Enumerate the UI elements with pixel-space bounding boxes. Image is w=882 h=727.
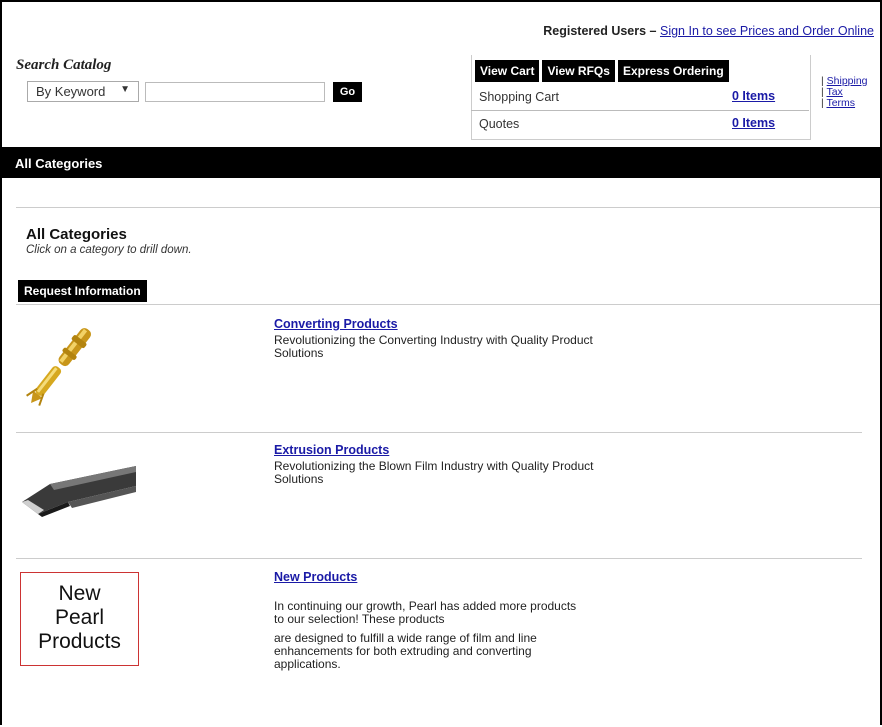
new-pearl-line-1: New: [58, 582, 101, 605]
new-pearl-line-2: Pearl: [54, 606, 105, 629]
terms-link[interactable]: Terms: [826, 97, 855, 109]
search-input[interactable]: [145, 82, 325, 102]
new-products-link[interactable]: New Products: [274, 570, 357, 584]
search-mode-value: By Keyword: [36, 84, 106, 99]
converting-product-image[interactable]: [20, 318, 100, 414]
shopping-cart-items-link[interactable]: 0 Items: [732, 89, 775, 103]
category-bar: All Categories: [2, 147, 880, 178]
new-pearl-line-3: Products: [38, 630, 121, 653]
divider: [16, 432, 862, 433]
go-button[interactable]: Go: [333, 82, 362, 102]
quotes-items-link[interactable]: 0 Items: [732, 116, 775, 130]
divider: [16, 558, 862, 559]
new-products-desc-2: are designed to fulfill a wide range of …: [274, 631, 537, 671]
new-products-desc-1: In continuing our growth, Pearl has adde…: [274, 599, 577, 626]
section-hint: Click on a category to drill down.: [26, 244, 192, 256]
shopping-cart-row: Shopping Cart 0 Items: [471, 84, 809, 111]
quotes-label: Quotes: [479, 117, 520, 131]
new-products-image[interactable]: New Pearl Products: [20, 572, 139, 666]
extrusion-products-link[interactable]: Extrusion Products: [274, 443, 389, 457]
converting-products-desc: Revolutionizing the Converting Industry …: [274, 333, 593, 360]
view-rfqs-button[interactable]: View RFQs: [542, 60, 615, 82]
registered-users-notice: Registered Users – Sign In to see Prices…: [543, 24, 874, 38]
extrusion-product-image[interactable]: [20, 462, 138, 518]
sign-in-link[interactable]: Sign In to see Prices and Order Online: [660, 24, 874, 38]
policy-links: | Shipping | Tax | Terms: [821, 76, 868, 109]
registered-prefix: Registered Users –: [543, 24, 660, 38]
section-heading: All Categories: [26, 226, 127, 243]
converting-products-link[interactable]: Converting Products: [274, 317, 398, 331]
quotes-row: Quotes 0 Items: [471, 111, 809, 137]
page-frame: Registered Users – Sign In to see Prices…: [0, 0, 882, 725]
express-ordering-button[interactable]: Express Ordering: [617, 60, 729, 82]
search-catalog-title: Search Catalog: [16, 57, 112, 73]
divider: [16, 207, 880, 208]
divider: [16, 304, 880, 305]
cart-tabs: View Cart View RFQs Express Ordering: [475, 60, 729, 82]
request-information-button[interactable]: Request Information: [18, 280, 147, 302]
search-mode-select[interactable]: By Keyword ▼: [27, 81, 139, 102]
category-bar-title[interactable]: All Categories: [15, 156, 102, 171]
extrusion-products-desc: Revolutionizing the Blown Film Industry …: [274, 459, 594, 486]
shopping-cart-label: Shopping Cart: [479, 90, 559, 104]
chevron-down-icon: ▼: [120, 84, 130, 95]
view-cart-button[interactable]: View Cart: [475, 60, 540, 82]
